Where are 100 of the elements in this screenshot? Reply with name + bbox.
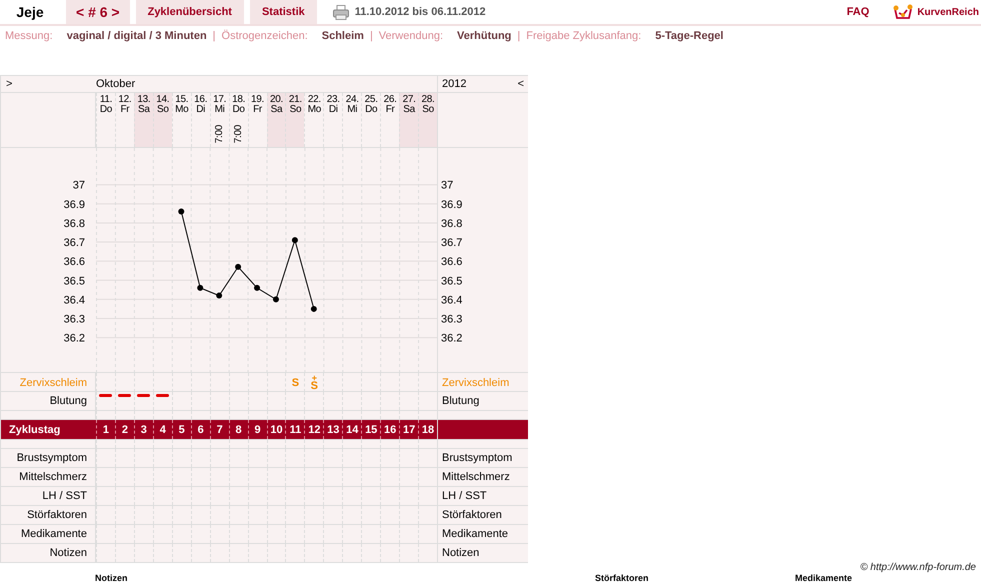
y-axis-label: 36.5 bbox=[441, 275, 462, 288]
brand-link[interactable]: KurvenReich bbox=[917, 6, 979, 18]
cervix-mark: + S bbox=[310, 375, 318, 392]
data-point bbox=[310, 306, 317, 312]
day-header: 16. Di bbox=[190, 93, 210, 147]
previous-arrow[interactable]: > bbox=[6, 78, 12, 90]
day-header: 17. Mi 7:00 bbox=[210, 93, 229, 147]
cycle-day-number: 2 bbox=[122, 424, 128, 436]
cycle-day-number: 10 bbox=[270, 424, 283, 436]
day-header: 22. Mo bbox=[304, 93, 324, 147]
y-axis-label: 36.7 bbox=[64, 237, 85, 250]
row-label: LH / SST bbox=[1, 487, 96, 505]
next-arrow[interactable]: < bbox=[518, 78, 524, 90]
day-header: 18. Do 7:00 bbox=[228, 93, 248, 147]
data-point bbox=[292, 237, 298, 244]
section-heading: Medikamente bbox=[795, 573, 852, 582]
y-axis-label: 36.9 bbox=[441, 198, 462, 211]
y-axis-label: 36.3 bbox=[64, 314, 85, 326]
cycle-nav-button[interactable]: < # 6 > bbox=[66, 0, 130, 24]
month-label: Oktober bbox=[96, 78, 136, 90]
cycle-day-number: 3 bbox=[140, 424, 147, 436]
info-value: 5-Tage-Regel bbox=[655, 30, 724, 42]
row-label: Brustsymptom bbox=[1, 449, 96, 467]
data-point bbox=[235, 264, 242, 270]
day-header: 15. Mo bbox=[172, 93, 191, 147]
nav-tab[interactable]: Statistik bbox=[250, 0, 317, 24]
row-label: Medikamente bbox=[1, 525, 96, 543]
cycle-day-number: 9 bbox=[254, 424, 261, 436]
y-axis-label: 36.6 bbox=[64, 256, 85, 268]
row-label: Notizen bbox=[1, 544, 96, 562]
info-label: Freigabe Zyklusanfang: bbox=[526, 30, 642, 42]
row-label: Brustsymptom bbox=[437, 449, 528, 467]
row-label: Zervixschleim bbox=[1, 373, 96, 392]
separator: | bbox=[212, 30, 216, 42]
year-label: 2012 bbox=[442, 78, 466, 90]
separator: | bbox=[517, 30, 520, 42]
y-axis-label: 36.9 bbox=[64, 198, 85, 211]
section-heading: Notizen bbox=[95, 573, 128, 582]
y-axis-label: 36.8 bbox=[64, 218, 85, 230]
row-label: Blutung bbox=[437, 392, 528, 410]
info-label: Messung: bbox=[5, 30, 53, 42]
day-header: 21. So bbox=[285, 93, 304, 147]
data-point bbox=[178, 208, 184, 214]
separator: | bbox=[370, 30, 373, 42]
day-header: 20. Sa bbox=[266, 93, 286, 147]
y-axis-label: 36.2 bbox=[441, 332, 462, 345]
section-heading: Störfaktoren bbox=[595, 573, 649, 582]
row-label: Notizen bbox=[437, 544, 528, 562]
cycle-day-number: 13 bbox=[327, 424, 340, 436]
row-label: Mittelschmerz bbox=[437, 468, 528, 486]
nav-tab[interactable]: Zyklenübersicht bbox=[136, 0, 244, 24]
y-axis-label: 36.5 bbox=[64, 275, 85, 288]
y-axis-label: 37 bbox=[72, 180, 85, 192]
info-value: Schleim bbox=[322, 30, 364, 42]
row-label: Zyklustag bbox=[9, 424, 60, 436]
cycle-day-number: 15 bbox=[365, 424, 378, 436]
info-value: Verhütung bbox=[457, 30, 512, 42]
cycle-day-number: 14 bbox=[346, 424, 358, 436]
cycle-day-number: 18 bbox=[422, 424, 434, 436]
y-axis-label: 36.7 bbox=[441, 237, 462, 250]
row-label: LH / SST bbox=[437, 487, 528, 505]
cycle-day-number: 5 bbox=[178, 424, 185, 436]
y-axis-label: 37 bbox=[441, 180, 454, 192]
day-header: 14. So bbox=[152, 93, 172, 147]
chart-logo-icon[interactable] bbox=[893, 4, 914, 20]
row-label: Zervixschleim bbox=[437, 373, 528, 392]
day-header: 24. Mi bbox=[342, 93, 362, 147]
row-label: Medikamente bbox=[437, 525, 528, 543]
y-axis-label: 36.8 bbox=[441, 218, 462, 230]
row-label: Blutung bbox=[1, 392, 96, 410]
data-point bbox=[272, 296, 279, 302]
cervix-mark: S bbox=[292, 378, 300, 389]
user-name: Jeje bbox=[15, 4, 45, 20]
data-point bbox=[197, 284, 204, 291]
info-value: vaginal / digital / 3 Minuten bbox=[66, 30, 207, 42]
day-header: 13. Sa bbox=[134, 93, 153, 147]
cycle-day-number: 16 bbox=[384, 424, 396, 436]
cycle-day-number: 11 bbox=[290, 424, 302, 436]
cycle-day-number: 7 bbox=[216, 424, 223, 436]
row-label: Störfaktoren bbox=[437, 506, 528, 524]
y-axis-label: 36.6 bbox=[441, 256, 462, 268]
cycle-day-number: 6 bbox=[198, 424, 204, 436]
printer-icon[interactable] bbox=[332, 4, 349, 20]
row-label: Störfaktoren bbox=[1, 506, 96, 524]
data-point bbox=[254, 284, 260, 291]
day-header: 23. Di bbox=[323, 93, 342, 147]
faq-link[interactable]: FAQ bbox=[846, 6, 870, 18]
cycle-day-number: 4 bbox=[160, 424, 166, 436]
cycle-day-number: 12 bbox=[308, 424, 320, 436]
cycle-day-number: 1 bbox=[102, 424, 110, 436]
cycle-day-number: 17 bbox=[402, 424, 416, 436]
day-header: 28. So bbox=[418, 93, 437, 147]
y-axis-label: 36.2 bbox=[64, 332, 85, 345]
day-header: 25. Do bbox=[361, 93, 380, 147]
info-label: Östrogenzeichen: bbox=[222, 30, 308, 42]
date-range: 11.10.2012 bis 06.11.2012 bbox=[354, 6, 486, 18]
cycle-day-number: 8 bbox=[236, 424, 242, 436]
day-header: 11. Do bbox=[96, 93, 115, 147]
y-axis-label: 36.4 bbox=[64, 294, 85, 306]
data-point bbox=[216, 292, 222, 299]
